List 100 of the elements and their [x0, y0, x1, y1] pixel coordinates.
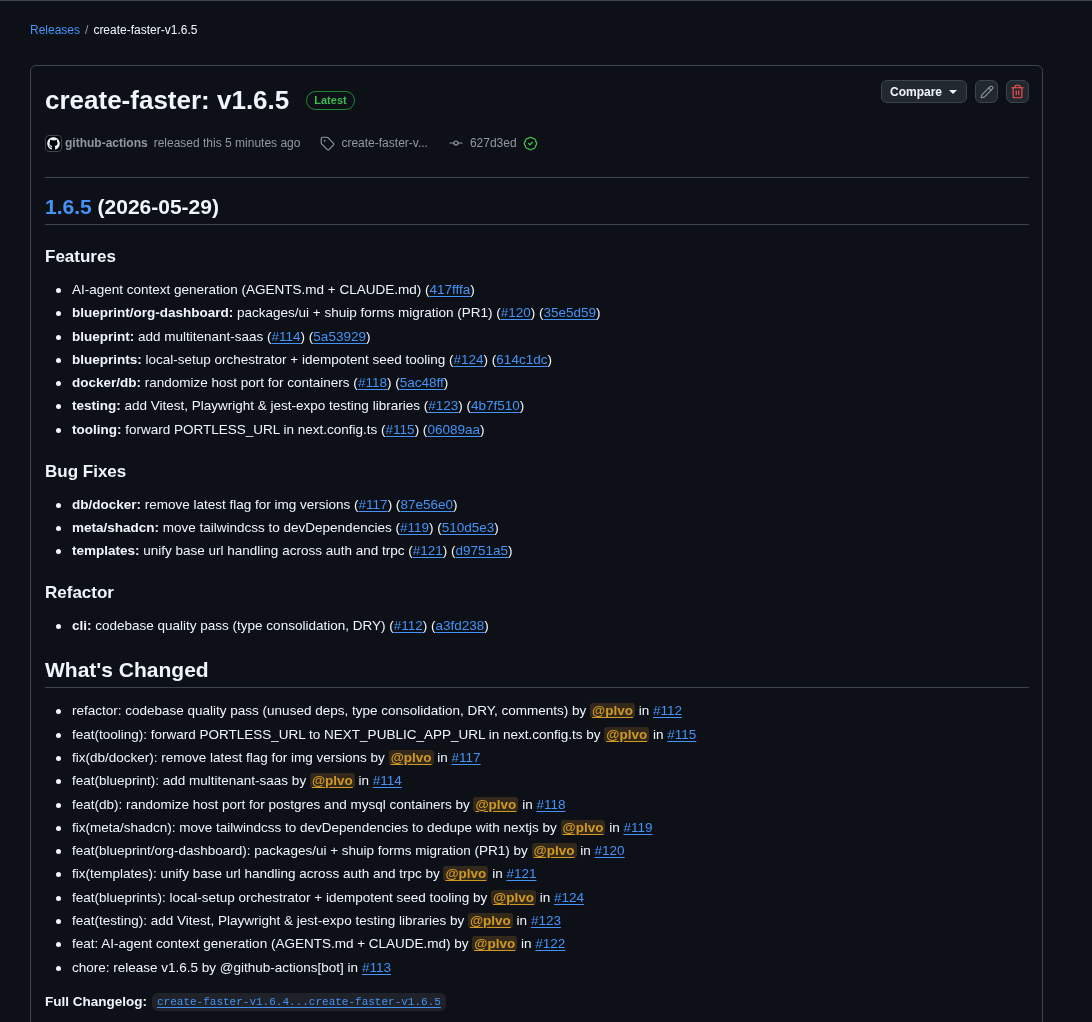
pull-request-link[interactable]: #119 [399, 520, 429, 536]
changelog-entry: feat(testing): add Vitest, Playwright & jest-expo testing libraries by @plvo in #123 [72, 912, 561, 931]
bullet-icon [56, 502, 61, 508]
changelog-entry: tooling: forward PORTLESS_URL in next.config.ts (#115) (06089aa) [72, 420, 485, 439]
section-heading: Bug Fixes [45, 460, 128, 483]
changelog-entry: AI-agent context generation (AGENTS.md + CLAUDE.md) (417fffa) [72, 281, 475, 299]
user-mention-link[interactable]: @plvo [604, 726, 650, 742]
user-mention-link[interactable]: @plvo [467, 913, 513, 929]
pull-request-link[interactable]: #121 [506, 866, 537, 882]
pull-request-link[interactable]: #112 [653, 703, 682, 719]
delete-button[interactable] [1006, 80, 1029, 103]
releases-link[interactable]: Releases [30, 21, 81, 39]
tag-link[interactable]: create-faster-v... [341, 133, 428, 153]
version-link[interactable]: 1.6.5 [45, 195, 92, 218]
commit-link[interactable]: d9751a5 [455, 543, 509, 559]
bullet-icon [56, 872, 61, 878]
bullet-icon [56, 965, 61, 971]
bullet-icon [56, 849, 61, 855]
caret-down-icon [949, 89, 957, 94]
bullet-icon [56, 357, 61, 363]
changelog-entry: feat(blueprints): local-setup orchestrator + idempotent seed tooling by @plvo in #124 [72, 888, 585, 907]
changelog-entry: templates: unify base url handling across auth and trpc (#121) (d9751a5) [72, 542, 513, 561]
pull-request-link[interactable]: #121 [412, 543, 443, 559]
version-heading: 1.6.5 (2026-05-29) [45, 194, 1029, 225]
user-mention-link[interactable]: @plvo [309, 773, 355, 789]
pull-request-link[interactable]: #118 [536, 796, 566, 812]
bullet-icon [56, 919, 61, 925]
bullet-icon [56, 709, 61, 715]
compare-link[interactable]: create-faster-v1.6.4...create-faster-v1.6.5 [152, 992, 446, 1011]
user-mention-link[interactable]: @plvo [443, 866, 489, 882]
commit-link[interactable]: 510d5e3 [441, 520, 495, 536]
pull-request-link[interactable]: #123 [428, 398, 459, 414]
pull-request-link[interactable]: #115 [385, 421, 415, 437]
pull-request-link[interactable]: #119 [623, 819, 653, 835]
pull-request-link[interactable]: #124 [554, 889, 585, 905]
bullet-icon [56, 755, 61, 761]
breadcrumb-current: create-faster-v1.6.5 [93, 22, 198, 39]
pull-request-link[interactable]: #113 [361, 959, 391, 975]
commit-link[interactable]: 35e5d59 [543, 305, 597, 321]
commit-link[interactable]: 87e56e0 [400, 496, 453, 512]
commit-hash-link[interactable]: 627d3ed [469, 133, 517, 153]
section-heading: Features [45, 246, 117, 268]
pull-request-link[interactable]: #123 [530, 913, 561, 929]
bullet-icon [56, 288, 61, 293]
pull-request-link[interactable]: #115 [667, 726, 697, 742]
bullet-icon [56, 381, 61, 387]
pull-request-link[interactable]: #120 [500, 305, 531, 321]
bullet-icon [56, 526, 61, 532]
pull-request-link[interactable]: #120 [594, 843, 625, 859]
changelog-entry: blueprints: local-setup orchestrator + idempotent seed tooling (#124) (614c1dc) [72, 350, 552, 369]
changelog-entry: db/docker: remove latest flag for img versions (#117) (87e56e0) [72, 495, 458, 514]
commit-link[interactable]: a3fd238 [435, 618, 485, 634]
user-mention-link[interactable]: @plvo [531, 843, 577, 859]
bullet-icon [56, 624, 61, 630]
user-mention-link[interactable]: @plvo [472, 936, 518, 952]
changelog-entry: blueprint: add multitenant-saas (#114) (5a53929) [72, 327, 371, 346]
user-mention-link[interactable]: @plvo [491, 889, 537, 905]
bullet-icon [56, 404, 61, 410]
commit-link[interactable]: 614c1dc [496, 351, 548, 367]
bullet-icon [56, 779, 61, 785]
pull-request-link[interactable]: #114 [271, 328, 301, 344]
changelog-entry: refactor: codebase quality pass (unused deps, type consolidation, DRY, comments) by @plvo in #112 [72, 702, 682, 721]
avatar-icon [45, 134, 62, 152]
user-mention-link[interactable]: @plvo [560, 819, 606, 835]
compare-button[interactable]: Compare [881, 80, 967, 103]
release-title: create-faster: v1.6.5 [45, 84, 290, 117]
changelog-label: Full Changelog: [45, 992, 147, 1011]
user-mention-link[interactable]: @plvo [388, 749, 434, 765]
tag-icon [320, 135, 336, 151]
pull-request-link[interactable]: #117 [451, 749, 481, 765]
pull-request-link[interactable]: #112 [393, 618, 423, 634]
user-mention-link[interactable]: @plvo [590, 703, 635, 719]
section-heading: Refactor [45, 582, 115, 605]
changelog-entry: fix(templates): unify base url handling across auth and trpc by @plvo in #121 [72, 865, 537, 884]
commit-link[interactable]: 5ac48ff [399, 375, 444, 391]
breadcrumb-separator: / [85, 22, 89, 39]
commit-link[interactable]: 4b7f510 [470, 398, 520, 414]
bullet-icon [56, 334, 61, 340]
author-link[interactable]: github-actions [65, 133, 148, 153]
changelog-entry: docker/db: randomize host port for containers (#118) (5ac48ff) [72, 374, 449, 393]
pull-request-link[interactable]: #118 [357, 375, 387, 391]
commit-link[interactable]: 06089aa [427, 421, 480, 437]
bullet-icon [56, 427, 61, 433]
user-mention-link[interactable]: @plvo [473, 796, 519, 812]
trash-icon [1010, 84, 1025, 99]
commit-link[interactable]: 417fffa [429, 282, 471, 297]
commit-link[interactable]: 5a53929 [313, 328, 366, 344]
section-heading: What's Changed [45, 657, 1029, 689]
pull-request-link[interactable]: #124 [453, 351, 484, 367]
changelog-entry: meta/shadcn: move tailwindcss to devDependencies (#119) (510d5e3) [72, 519, 499, 538]
bullet-icon [56, 942, 61, 948]
pull-request-link[interactable]: #117 [358, 496, 388, 512]
pull-request-link[interactable]: #114 [372, 773, 402, 789]
bullet-icon [56, 732, 61, 738]
changelog-entry: cli: codebase quality pass (type consolidation, DRY) (#112) (a3fd238) [72, 617, 489, 636]
pencil-icon [979, 84, 994, 99]
edit-button[interactable] [975, 80, 998, 103]
pull-request-link[interactable]: #122 [535, 936, 566, 952]
changelog-entry: feat(blueprint): add multitenant-saas by @plvo in #114 [72, 772, 402, 791]
changelog-entry: blueprint/org-dashboard: packages/ui + shuip forms migration (PR1) (#120) (35e5d59) [72, 304, 601, 323]
